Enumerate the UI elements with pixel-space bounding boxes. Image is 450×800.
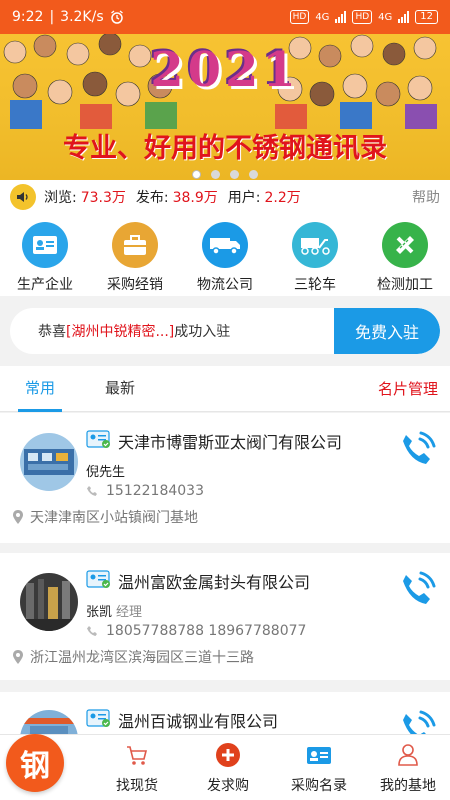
category-label: 物流公司 bbox=[197, 277, 253, 293]
users-value: 2.2万 bbox=[264, 190, 301, 206]
phone-row: 15122184033 bbox=[86, 483, 204, 499]
truck-icon bbox=[202, 222, 248, 268]
category-label: 三轮车 bbox=[294, 277, 336, 293]
carousel-dot bbox=[211, 170, 220, 179]
nav-purchase-directory[interactable]: 采购名录 bbox=[274, 741, 364, 795]
battery-icon: 12 bbox=[415, 10, 438, 24]
briefcase-icon bbox=[112, 222, 158, 268]
company-avatar bbox=[20, 710, 78, 734]
status-time: 9:22 bbox=[12, 9, 44, 25]
banner-year: 2021 bbox=[150, 42, 300, 98]
category-label: 生产企业 bbox=[17, 277, 73, 293]
category-label: 采购经销 bbox=[107, 277, 163, 293]
signal-icon-2 bbox=[398, 11, 410, 23]
users-label: 用户: bbox=[227, 190, 261, 206]
free-join-button[interactable]: 免费入驻 bbox=[334, 308, 440, 354]
announcement-company: [湖州中锐精密...] bbox=[66, 324, 175, 340]
carousel-dot bbox=[249, 170, 258, 179]
announcement-ticker: 恭喜[湖州中锐精密...]成功入驻 免费入驻 bbox=[10, 308, 440, 354]
contact-person: 张凯 经理 bbox=[86, 605, 143, 620]
status-bar: 9:22 | 3.2K/s HD 4G HD 4G 12 bbox=[0, 0, 450, 34]
phone-small-icon bbox=[87, 486, 97, 496]
tricycle-icon bbox=[292, 222, 338, 268]
carousel-dot bbox=[230, 170, 239, 179]
contact-card-icon bbox=[305, 741, 333, 769]
company-avatar bbox=[20, 573, 78, 631]
network-type-2: 4G bbox=[378, 11, 393, 23]
help-link[interactable]: 帮助 bbox=[412, 187, 440, 207]
announcement-text[interactable]: 恭喜[湖州中锐精密...]成功入驻 bbox=[10, 321, 334, 341]
posts-label: 发布: bbox=[135, 190, 169, 206]
views-value: 73.3万 bbox=[80, 190, 126, 206]
phone-call-icon[interactable] bbox=[398, 569, 438, 609]
tab-latest[interactable]: 最新 bbox=[80, 366, 160, 412]
category-purchasing[interactable]: 采购经销 bbox=[90, 222, 180, 296]
listing-card[interactable]: 温州百诚钢业有限公司 bbox=[0, 692, 450, 734]
business-card-icon bbox=[86, 430, 110, 448]
location-icon bbox=[13, 650, 23, 664]
phone-call-icon[interactable] bbox=[398, 708, 438, 734]
network-type: 4G bbox=[315, 11, 330, 23]
company-name: 天津市博雷斯亚太阀门有限公司 bbox=[118, 433, 343, 452]
signal-icon bbox=[335, 11, 347, 23]
contact-person: 倪先生 bbox=[86, 465, 126, 480]
location-icon bbox=[13, 510, 23, 524]
promo-banner[interactable]: 2021 专业、好用的不锈钢通讯录 bbox=[0, 34, 450, 180]
status-net-speed: 3.2K/s bbox=[60, 9, 104, 25]
plus-circle-icon bbox=[214, 741, 242, 769]
banner-slogan: 专业、好用的不锈钢通讯录 bbox=[63, 133, 387, 164]
hd-badge: HD bbox=[289, 10, 310, 24]
company-name: 温州富欧金属封头有限公司 bbox=[118, 573, 311, 592]
phone-call-icon[interactable] bbox=[398, 429, 438, 469]
business-card-icon bbox=[86, 570, 110, 588]
nav-label: 我的基地 bbox=[380, 778, 436, 794]
nav-find-stock[interactable]: 找现货 bbox=[92, 741, 182, 795]
hd-badge-2: HD bbox=[352, 10, 373, 24]
bottom-navigation: 找现货 发求购 采购名录 我的基地 bbox=[0, 734, 450, 800]
category-label: 检测加工 bbox=[377, 277, 433, 293]
carousel-indicator bbox=[0, 170, 450, 179]
listing-card[interactable]: 温州富欧金属封头有限公司 张凯 经理 18057788788 1896778807… bbox=[0, 553, 450, 680]
steel-logo-button[interactable]: 钢 bbox=[6, 734, 64, 792]
nav-post-request[interactable]: 发求购 bbox=[183, 741, 273, 795]
cart-icon bbox=[123, 741, 151, 769]
card-manage-link[interactable]: 名片管理 bbox=[378, 378, 438, 399]
phone-row: 18057788788 18967788077 bbox=[86, 623, 306, 639]
listing-card[interactable]: 天津市博雷斯亚太阀门有限公司 倪先生 15122184033 天津津南区小站镇阀… bbox=[0, 413, 450, 543]
business-card-icon bbox=[86, 709, 110, 727]
address-text: 天津津南区小站镇阀门基地 bbox=[30, 510, 198, 526]
stats-bar: 浏览: 73.3万 发布: 38.9万 用户: 2.2万 帮助 bbox=[0, 180, 450, 214]
phone-small-icon bbox=[87, 626, 97, 636]
views-label: 浏览: bbox=[44, 190, 77, 206]
nav-label: 发求购 bbox=[207, 778, 249, 794]
carousel-dot bbox=[192, 170, 201, 179]
address-row: 浙江温州龙湾区滨海园区三道十三路 bbox=[12, 647, 254, 667]
nav-label: 采购名录 bbox=[291, 778, 347, 794]
phone-number: 15122184033 bbox=[106, 483, 204, 499]
posts-value: 38.9万 bbox=[172, 190, 218, 206]
category-logistics[interactable]: 物流公司 bbox=[180, 222, 270, 296]
category-testing[interactable]: 检测加工 bbox=[360, 222, 450, 296]
category-grid: 生产企业 采购经销 物流公司 三轮车 检测加工 bbox=[0, 214, 450, 296]
company-name: 温州百诚钢业有限公司 bbox=[118, 712, 279, 731]
listing-tabs: 常用 最新 名片管理 bbox=[0, 366, 450, 412]
category-tricycle[interactable]: 三轮车 bbox=[270, 222, 360, 296]
factory-card-icon bbox=[22, 222, 68, 268]
company-avatar bbox=[20, 433, 78, 491]
address-row: 天津津南区小站镇阀门基地 bbox=[12, 507, 198, 527]
category-production[interactable]: 生产企业 bbox=[0, 222, 90, 296]
nav-label: 找现货 bbox=[116, 778, 158, 794]
address-text: 浙江温州龙湾区滨海园区三道十三路 bbox=[30, 650, 254, 666]
user-icon bbox=[394, 741, 422, 769]
announcement-area: 恭喜[湖州中锐精密...]成功入驻 免费入驻 bbox=[0, 296, 450, 366]
speaker-icon bbox=[10, 184, 36, 210]
phone-number: 18057788788 18967788077 bbox=[106, 623, 307, 639]
tab-common[interactable]: 常用 bbox=[0, 366, 80, 412]
alarm-icon bbox=[110, 10, 123, 24]
nav-my-base[interactable]: 我的基地 bbox=[363, 741, 450, 795]
ruler-pencil-icon bbox=[382, 222, 428, 268]
